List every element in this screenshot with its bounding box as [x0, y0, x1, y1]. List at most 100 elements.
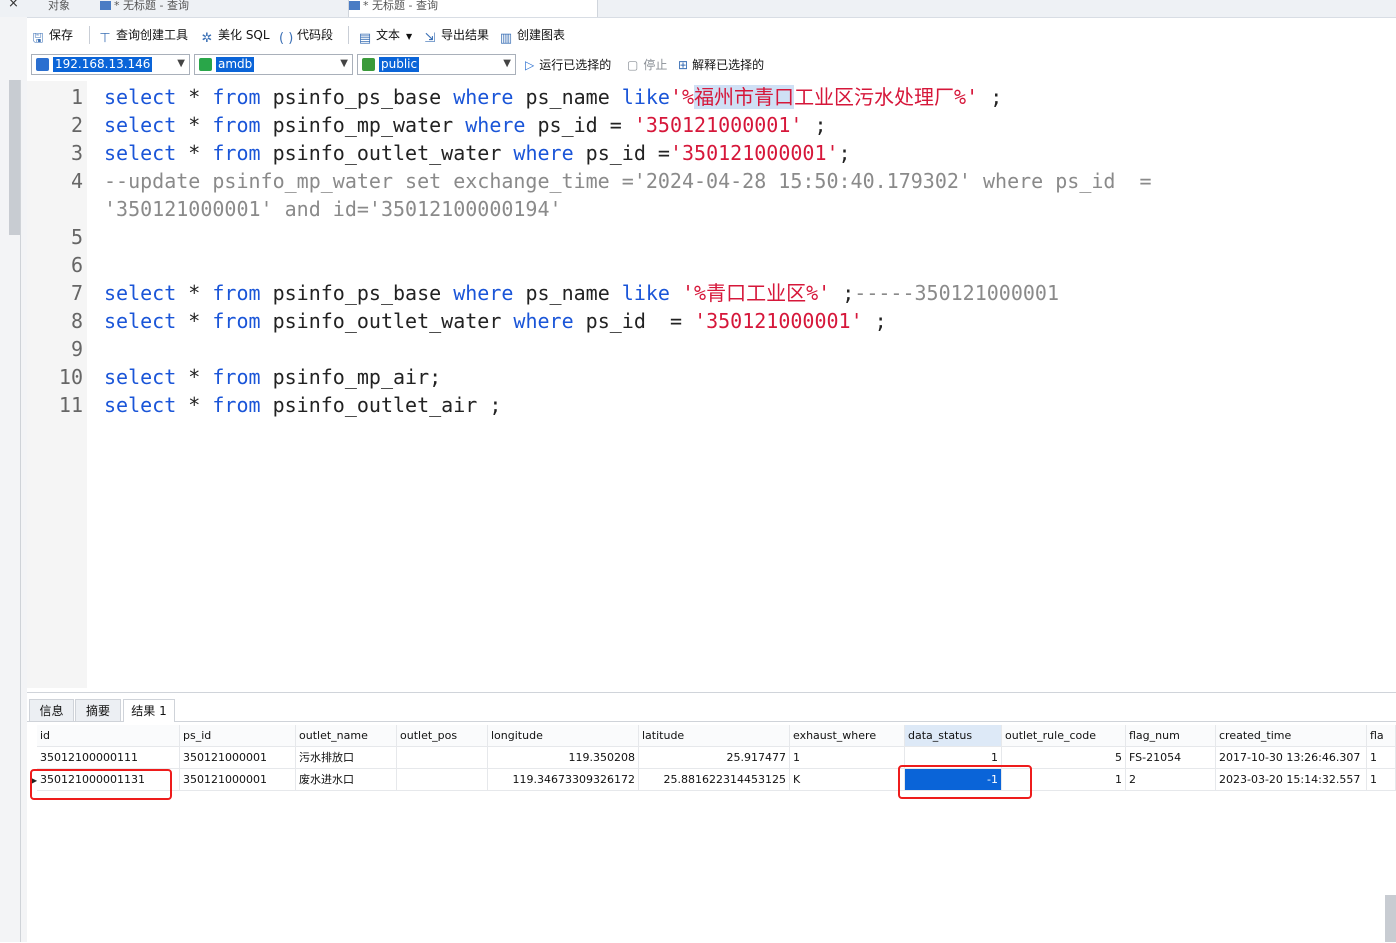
cell-longitude[interactable]: 119.34673309326172	[488, 769, 639, 791]
explain-selected-label: 解释已选择的	[692, 58, 765, 72]
column-header-outlet-pos[interactable]: outlet_pos	[397, 725, 488, 747]
code-token: '350121000001'	[633, 113, 803, 137]
tab-objects[interactable]: 对象	[48, 0, 98, 17]
export-results-label: 导出结果	[441, 28, 490, 42]
chevron-down-icon: ▼	[177, 58, 185, 69]
beautify-sql-button[interactable]: ✲ 美化 SQL	[200, 26, 270, 46]
cell-outlet-pos[interactable]	[397, 747, 488, 769]
cell-longitude[interactable]: 119.350208	[488, 747, 639, 769]
code-token: from	[212, 393, 261, 417]
line-number: 7	[70, 281, 83, 305]
column-header-flag-num[interactable]: flag_num	[1126, 725, 1216, 747]
chevron-down-icon: ▼	[340, 58, 348, 69]
tab-query-2[interactable]: * 无标题 - 查询	[348, 0, 598, 17]
column-header-fla[interactable]: fla	[1367, 725, 1396, 747]
column-header-id[interactable]: id	[37, 725, 180, 747]
sql-editor[interactable]: 1 2 3 4 5 6 7 8 9 10 11 select * from psinfo_ps_ba…	[27, 81, 1396, 688]
code-token: from	[212, 85, 261, 109]
column-header-longitude[interactable]: longitude	[488, 725, 639, 747]
code-line[interactable]: --update psinfo_mp_water set exchange_ti…	[104, 167, 1152, 195]
code-token: from	[212, 365, 261, 389]
create-chart-button[interactable]: ▥ 创建图表	[499, 26, 565, 46]
text-mode-button[interactable]: ▤ 文本 ▼	[358, 26, 412, 46]
code-line[interactable]: select * from psinfo_outlet_air ;	[104, 391, 501, 419]
text-mode-label: 文本	[376, 28, 401, 42]
connection-select[interactable]: 192.168.13.146 ▼	[31, 54, 190, 75]
code-line[interactable]: select * from psinfo_ps_base where ps_na…	[104, 83, 1002, 111]
line-number: 5	[70, 225, 83, 249]
query-builder-button[interactable]: ⊤ 查询创建工具	[98, 26, 188, 46]
line-number: 4	[70, 169, 83, 193]
column-header-outlet-name[interactable]: outlet_name	[296, 725, 397, 747]
code-token: -----350121000001	[854, 281, 1059, 305]
column-header-data-status[interactable]: data_status	[905, 725, 1002, 747]
query-icon	[349, 1, 360, 10]
export-results-button[interactable]: ⇲ 导出结果	[423, 26, 490, 46]
cell-id[interactable]: 35012100000111	[37, 747, 180, 769]
column-header-ps-id[interactable]: ps_id	[180, 725, 296, 747]
cell-ps-id[interactable]: 350121000001	[180, 747, 296, 769]
column-header-latitude[interactable]: latitude	[639, 725, 790, 747]
code-token: '%	[669, 85, 695, 109]
code-token: ;	[978, 85, 1003, 109]
left-divider	[20, 80, 21, 942]
code-line[interactable]: '350121000001' and id='35012100000194'	[104, 195, 562, 223]
code-token: ;	[838, 141, 851, 165]
cell-flag-num[interactable]: FS-21054	[1126, 747, 1216, 769]
tab-result-1[interactable]: 结果 1	[123, 699, 175, 722]
code-token: where	[453, 281, 514, 305]
tab-query-2-label: * 无标题 - 查询	[363, 0, 438, 12]
results-scrollbar-thumb[interactable]	[1385, 895, 1396, 942]
column-header-outlet-rule-code[interactable]: outlet_rule_code	[1002, 725, 1126, 747]
cell-latitude[interactable]: 25.917477	[639, 747, 790, 769]
line-number: 11	[58, 393, 83, 417]
cell-flag-num[interactable]: 2	[1126, 769, 1216, 791]
tab-info[interactable]: 信息	[29, 699, 74, 721]
code-token: like	[621, 281, 670, 305]
cell-exhaust-where[interactable]: 1	[790, 747, 905, 769]
cell-fla[interactable]: 1	[1367, 747, 1396, 769]
line-number: 6	[70, 253, 83, 277]
database-select[interactable]: amdb ▼	[194, 54, 353, 75]
code-token: psinfo_ps_base	[260, 85, 454, 109]
code-token: select	[104, 365, 177, 389]
code-token: where	[513, 141, 574, 165]
code-token: select	[104, 393, 177, 417]
explain-selected-button[interactable]: ⊞ 解释已选择的	[678, 56, 764, 74]
close-icon[interactable]: ×	[8, 0, 19, 11]
line-number: 3	[70, 141, 83, 165]
code-token: select	[104, 85, 177, 109]
tab-summary[interactable]: 摘要	[75, 699, 121, 721]
cell-outlet-pos[interactable]	[397, 769, 488, 791]
code-token: from	[212, 309, 261, 333]
column-header-created-time[interactable]: created_time	[1216, 725, 1367, 747]
cell-fla[interactable]: 1	[1367, 769, 1396, 791]
code-snippet-button[interactable]: ( ) 代码段	[279, 26, 333, 46]
code-line[interactable]: select * from psinfo_ps_base where ps_na…	[104, 279, 1059, 307]
code-line[interactable]: select * from psinfo_mp_water where ps_i…	[104, 111, 827, 139]
cell-outlet-name[interactable]: 污水排放口	[296, 747, 397, 769]
code-token: select	[104, 113, 177, 137]
cell-ps-id[interactable]: 350121000001	[180, 769, 296, 791]
code-token: psinfo_outlet_water	[260, 309, 514, 333]
export-icon: ⇲	[424, 31, 436, 46]
save-button[interactable]: 🖫 保存	[31, 26, 73, 46]
document-tab-strip: × 对象 * 无标题 - 查询 * 无标题 - 查询	[0, 0, 1396, 18]
code-token: from	[212, 281, 261, 305]
cell-outlet-name[interactable]: 废水进水口	[296, 769, 397, 791]
cell-latitude[interactable]: 25.881622314453125	[639, 769, 790, 791]
stop-button[interactable]: ▢ 停止	[627, 56, 667, 74]
schema-select[interactable]: public ▼	[357, 54, 516, 75]
column-header-exhaust-where[interactable]: exhaust_where	[790, 725, 905, 747]
code-line[interactable]: select * from psinfo_mp_air;	[104, 363, 441, 391]
run-selected-button[interactable]: ▷ 运行已选择的	[525, 56, 611, 74]
cell-exhaust-where[interactable]: K	[790, 769, 905, 791]
code-line[interactable]: select * from psinfo_outlet_water where …	[104, 307, 887, 335]
cell-created-time[interactable]: 2023-03-20 15:14:32.557	[1216, 769, 1367, 791]
annotation-box-data-status	[898, 765, 1032, 799]
code-line[interactable]: select * from psinfo_outlet_water where …	[104, 139, 851, 167]
cell-created-time[interactable]: 2017-10-30 13:26:46.307	[1216, 747, 1367, 769]
query-builder-icon: ⊤	[99, 31, 111, 46]
tab-query-1[interactable]: * 无标题 - 查询	[100, 0, 345, 17]
code-token: psinfo_mp_air;	[260, 365, 442, 389]
